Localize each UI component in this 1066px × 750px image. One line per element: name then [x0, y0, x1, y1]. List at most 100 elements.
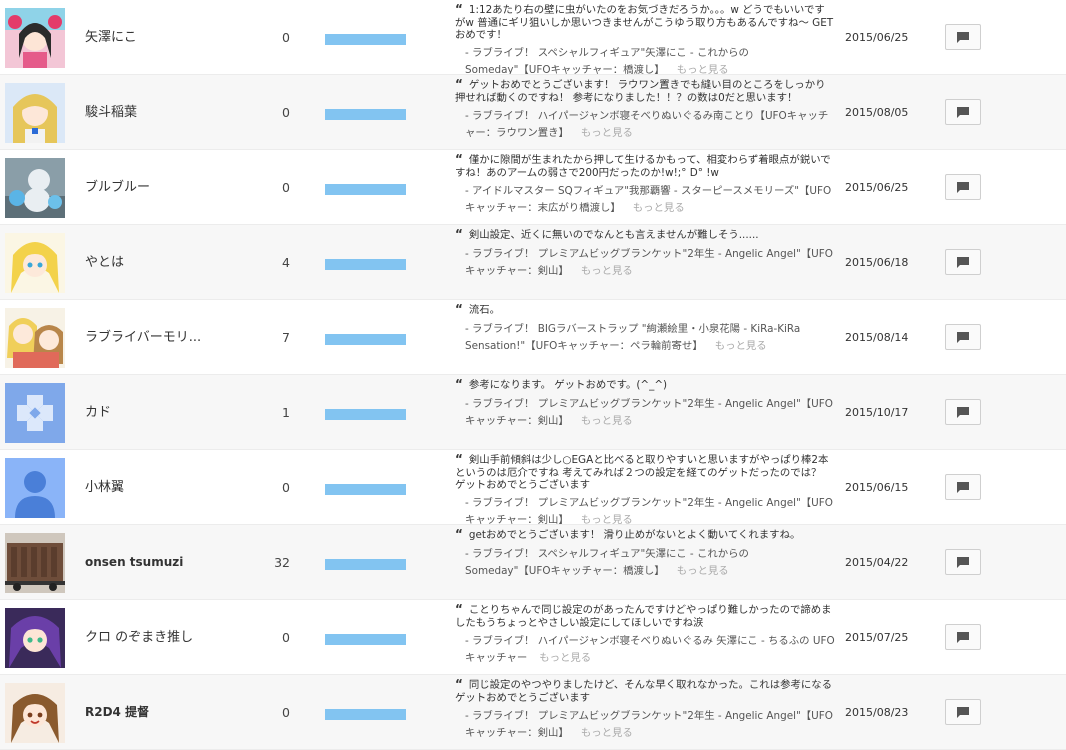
user-name[interactable]: クロ のぞまき推し: [85, 600, 193, 674]
product-line: - ラブライブ！ プレミアムビッグブランケット"2年生 - Angelic An…: [455, 396, 835, 430]
review-date: 2015/06/25: [845, 31, 909, 44]
comment-button[interactable]: [945, 474, 981, 500]
review-row: 矢澤にこ 0 “1:12あたり右の壁に虫がいたのをお気づきだろうか。。。w どう…: [0, 0, 1066, 75]
review-count: 1: [282, 405, 290, 420]
product-line: - ラブライブ！ スペシャルフィギュア"矢澤にこ - これからの Someday…: [455, 546, 835, 580]
review-date: 2015/06/25: [845, 181, 909, 194]
user-name[interactable]: ラブライバーモリ...: [85, 300, 201, 374]
review-row: 駿斗稲葉 0 “ゲットおめでとうございます！ ラウワン置きでも縫い目のところをし…: [0, 75, 1066, 150]
user-name[interactable]: やとは: [85, 225, 124, 299]
quote-icon: “: [455, 678, 463, 691]
review-block: “ getおめでとうございます！ 滑り止めがないとよく動いてくれますね。 - ラブ…: [455, 528, 835, 580]
comment-button[interactable]: [945, 699, 981, 725]
comment-icon: [957, 556, 969, 568]
comment-button[interactable]: [945, 324, 981, 350]
comment-icon: [957, 631, 969, 643]
user-name[interactable]: R2D4 提督: [85, 675, 149, 749]
more-link[interactable]: もっと見る: [677, 64, 729, 74]
review-count: 0: [282, 705, 290, 720]
review-block: “僅かに隙間が生まれたから押して生けるかもって、相変わらず着眼点が鋭いですね！あ…: [455, 153, 835, 217]
more-link[interactable]: もっと見る: [715, 340, 767, 352]
quote-icon: “: [455, 153, 463, 166]
review-count: 32: [274, 555, 290, 570]
product-link[interactable]: - ラブライブ！ プレミアムビッグブランケット"2年生 - Angelic An…: [465, 248, 833, 277]
user-avatar[interactable]: [5, 233, 65, 293]
user-avatar[interactable]: [5, 683, 65, 743]
review-row: ブルブルー 0 “僅かに隙間が生まれたから押して生けるかもって、相変わらず着眼点…: [0, 150, 1066, 225]
quote-icon: “: [455, 528, 463, 541]
product-link[interactable]: - ラブライブ！ ハイパージャンボ寝そべりぬいぐるみ 矢澤にこ - ちるふの U…: [465, 635, 835, 664]
rating-bar: [325, 634, 406, 645]
review-date: 2015/08/14: [845, 331, 909, 344]
quote-icon: “: [455, 228, 463, 241]
comment-button[interactable]: [945, 624, 981, 650]
comment-button[interactable]: [945, 174, 981, 200]
user-avatar[interactable]: [5, 383, 65, 443]
comment-button[interactable]: [945, 549, 981, 575]
review-list: 矢澤にこ 0 “1:12あたり右の壁に虫がいたのをお気づきだろうか。。。w どう…: [0, 0, 1066, 750]
more-link[interactable]: もっと見る: [581, 415, 633, 427]
product-link[interactable]: - ラブライブ！ プレミアムビッグブランケット"2年生 - Angelic An…: [465, 497, 833, 524]
product-link[interactable]: - ラブライブ！ プレミアムビッグブランケット"2年生 - Angelic An…: [465, 398, 833, 427]
rating-bar: [325, 334, 406, 345]
user-name[interactable]: 駿斗稲葉: [85, 75, 137, 149]
more-link[interactable]: もっと見る: [539, 652, 591, 664]
user-name[interactable]: onsen tsumuzi: [85, 525, 183, 599]
review-count: 0: [282, 630, 290, 645]
more-link[interactable]: もっと見る: [633, 202, 685, 214]
user-avatar[interactable]: [5, 83, 65, 143]
comment-icon: [957, 106, 969, 118]
review-count: 7: [282, 330, 290, 345]
rating-bar: [325, 34, 406, 45]
review-count: 4: [282, 255, 290, 270]
review-row: クロ のぞまき推し 0 “ことりちゃんで同じ設定のがあったんですけどやっぱり難し…: [0, 600, 1066, 675]
review-date: 2015/07/25: [845, 631, 909, 644]
review-block: “ゲットおめでとうございます！ ラウワン置きでも縫い目のところをしっかり押せれば…: [455, 78, 835, 142]
user-name[interactable]: 小林翼: [85, 450, 124, 524]
review-block: “1:12あたり右の壁に虫がいたのをお気づきだろうか。。。w どうでもいいですが…: [455, 3, 835, 74]
review-text: 剣山設定、近くに無いのでなんとも言えませんが難しそう......: [468, 229, 759, 241]
user-avatar[interactable]: [5, 8, 65, 68]
user-name[interactable]: ブルブルー: [85, 150, 150, 224]
product-link[interactable]: - ラブライブ！ ハイパージャンボ寝そべりぬいぐるみ南ことり【UFOキャッチャー…: [465, 110, 828, 139]
quote-icon: “: [455, 78, 463, 91]
more-link[interactable]: もっと見る: [581, 514, 633, 524]
comment-button[interactable]: [945, 24, 981, 50]
more-link[interactable]: もっと見る: [581, 727, 633, 739]
product-link[interactable]: - ラブライブ！ プレミアムビッグブランケット"2年生 - Angelic An…: [465, 710, 833, 739]
review-date: 2015/06/15: [845, 481, 909, 494]
review-block: “ 参考になります。 ゲットおめです。(^_^) - ラブライブ！ プレミアムビッ…: [455, 378, 835, 430]
comment-icon: [957, 706, 969, 718]
rating-bar: [325, 184, 406, 195]
review-date: 2015/08/23: [845, 706, 909, 719]
rating-bar: [325, 559, 406, 570]
review-row: onsen tsumuzi 32 “ getおめでとうございます！ 滑り止めがない…: [0, 525, 1066, 600]
more-link[interactable]: もっと見る: [677, 565, 729, 577]
comment-icon: [957, 31, 969, 43]
user-avatar[interactable]: [5, 533, 65, 593]
rating-bar: [325, 709, 406, 720]
quote-icon: “: [455, 3, 463, 16]
user-avatar[interactable]: [5, 308, 65, 368]
comment-button[interactable]: [945, 99, 981, 125]
comment-button[interactable]: [945, 399, 981, 425]
review-text: getおめでとうございます！ 滑り止めがないとよく動いてくれますね。: [468, 529, 801, 541]
comment-button[interactable]: [945, 249, 981, 275]
user-avatar[interactable]: [5, 458, 65, 518]
more-link[interactable]: もっと見る: [581, 127, 633, 139]
review-row: R2D4 提督 0 “同じ設定のやつやりましたけど、そんな早く取れなかった。これ…: [0, 675, 1066, 750]
rating-bar: [325, 484, 406, 495]
review-row: ラブライバーモリ... 7 “ 流石。 - ラブライブ！ BIGラバーストラップ …: [0, 300, 1066, 375]
product-line: - ラブライブ！ プレミアムビッグブランケット"2年生 - Angelic An…: [455, 495, 835, 524]
quote-icon: “: [455, 453, 463, 466]
product-line: - ラブライブ！ プレミアムビッグブランケット"2年生 - Angelic An…: [455, 708, 835, 742]
user-name[interactable]: 矢澤にこ: [85, 0, 137, 74]
more-link[interactable]: もっと見る: [581, 265, 633, 277]
user-avatar[interactable]: [5, 158, 65, 218]
review-text: ゲットおめでとうございます！ ラウワン置きでも縫い目のところをしっかり押せれば動…: [455, 79, 826, 104]
user-avatar[interactable]: [5, 608, 65, 668]
product-line: - ラブライブ！ ハイパージャンボ寝そべりぬいぐるみ 矢澤にこ - ちるふの U…: [455, 633, 835, 667]
review-count: 0: [282, 480, 290, 495]
user-name[interactable]: カド: [85, 375, 111, 449]
review-row: カド 1 “ 参考になります。 ゲットおめです。(^_^) - ラブライブ！ プレ…: [0, 375, 1066, 450]
